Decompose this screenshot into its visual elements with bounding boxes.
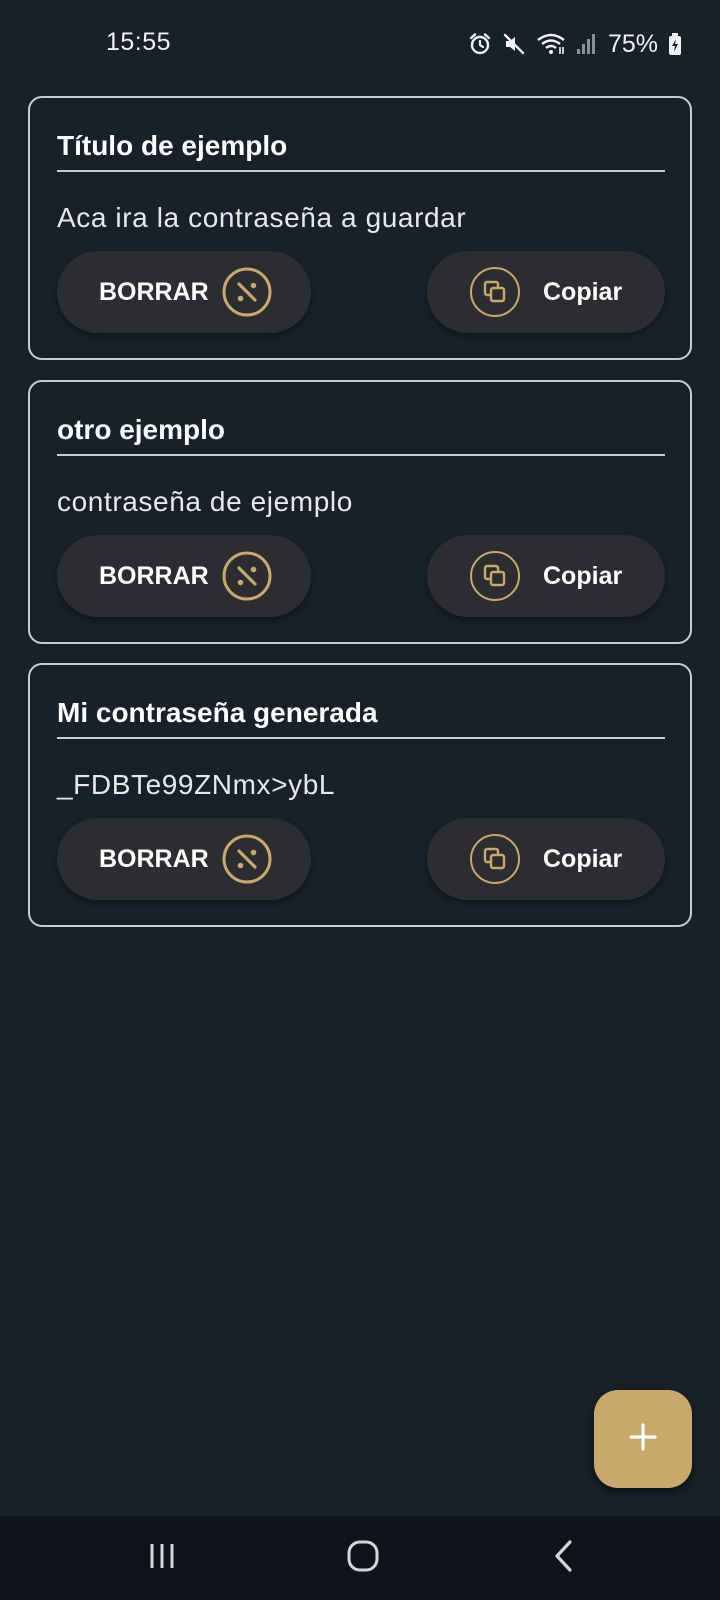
copy-button[interactable]: Copiar [427,818,665,900]
status-time: 15:55 [106,28,172,56]
copy-icon [469,833,521,885]
back-button[interactable] [534,1534,594,1582]
battery-level: 75% [607,29,658,58]
status-icons: 75% [468,28,682,60]
recent-apps-button[interactable] [132,1534,192,1582]
recent-apps-icon [147,1541,177,1576]
mute-icon [502,32,526,56]
password-card: otro ejemplo contraseña de ejemplo BORRA… [28,380,692,644]
card-divider [57,737,665,739]
delete-button[interactable]: BORRAR [57,535,311,617]
card-password: Aca ira la contraseña a guardar [57,202,467,233]
password-list-screen: 15:55 75% Título de ejemplo Aca ira la c… [0,0,720,1600]
delete-icon [221,833,273,885]
card-title: Mi contraseña generada [57,697,378,728]
home-button[interactable] [333,1534,393,1582]
card-title: otro ejemplo [57,414,226,445]
plus-icon [628,1422,658,1457]
back-icon [552,1539,576,1578]
card-title: Título de ejemplo [57,130,288,161]
copy-button[interactable]: Copiar [427,535,665,617]
copy-button-label: Copiar [543,844,623,873]
delete-button[interactable]: BORRAR [57,251,311,333]
copy-button-label: Copiar [543,277,623,306]
system-nav-bar [0,1516,720,1600]
wifi-icon [536,32,566,56]
alarm-icon [468,32,492,56]
copy-button[interactable]: Copiar [427,251,665,333]
password-card: Mi contraseña generada _FDBTe99ZNmx>ybL … [28,663,692,927]
signal-icon [576,32,596,56]
status-bar: 15:55 75% [0,0,720,88]
copy-icon [469,266,521,318]
delete-button-label: BORRAR [99,844,209,873]
password-card: Título de ejemplo Aca ira la contraseña … [28,96,692,360]
delete-button[interactable]: BORRAR [57,818,311,900]
card-password: _FDBTe99ZNmx>ybL [57,769,336,800]
home-icon [346,1539,380,1578]
delete-button-label: BORRAR [99,277,209,306]
card-divider [57,170,665,172]
copy-button-label: Copiar [543,561,623,590]
card-password: contraseña de ejemplo [57,486,353,517]
battery-charging-icon [668,32,682,56]
card-divider [57,454,665,456]
delete-button-label: BORRAR [99,561,209,590]
copy-icon [469,550,521,602]
delete-icon [221,550,273,602]
add-password-button[interactable] [594,1390,692,1488]
delete-icon [221,266,273,318]
